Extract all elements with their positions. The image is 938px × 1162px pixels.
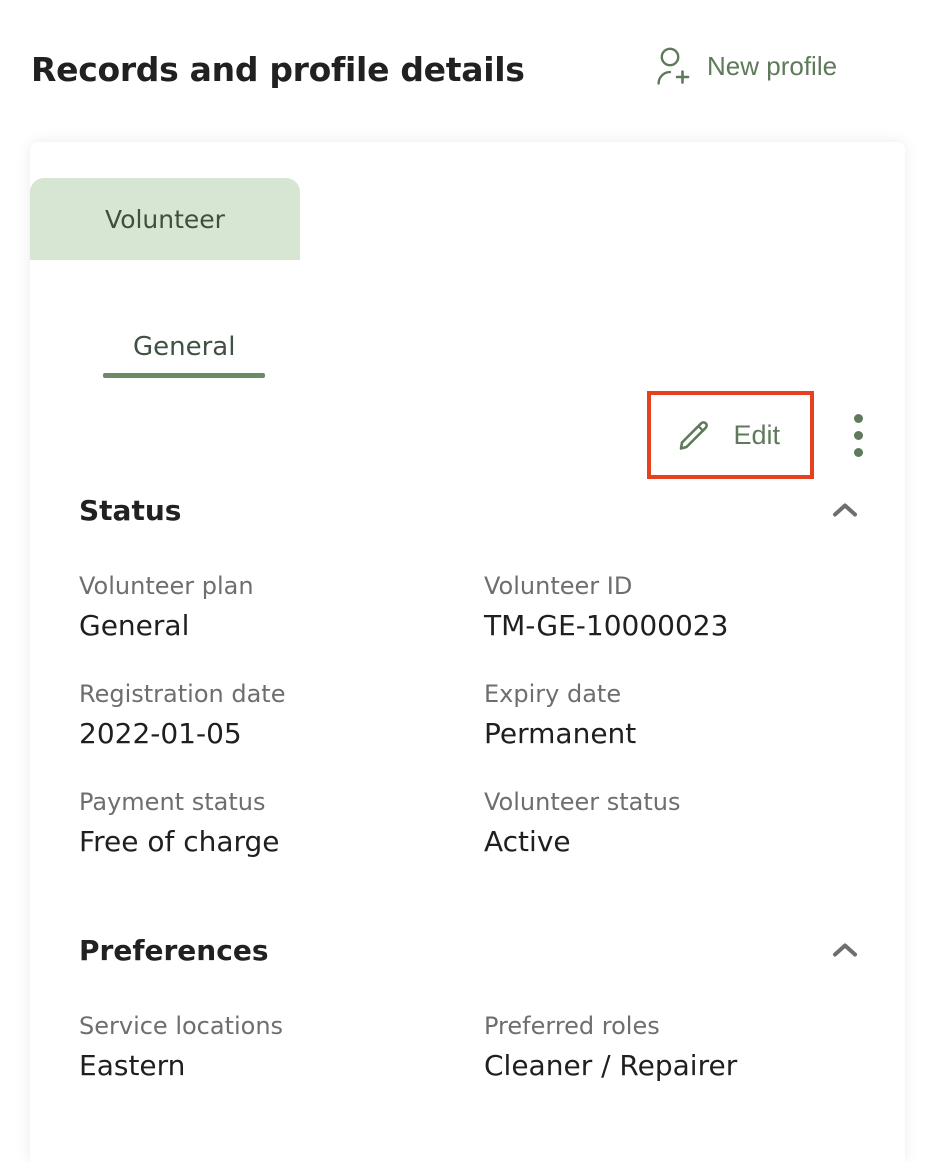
- record-tab-label: Volunteer: [105, 204, 225, 234]
- kebab-dot: [853, 413, 863, 423]
- page-title: Records and profile details: [31, 50, 525, 89]
- kebab-menu-icon[interactable]: [836, 402, 880, 468]
- field-registration-date: Registration date 2022-01-05: [79, 646, 484, 754]
- field-label: Volunteer plan: [79, 572, 254, 600]
- edit-button-label: Edit: [733, 420, 780, 450]
- section-preferences: Preferences Service locations Eastern Pr…: [30, 922, 905, 1086]
- field-label: Expiry date: [484, 680, 622, 708]
- field-label: Volunteer status: [484, 788, 681, 816]
- field-payment-status: Payment status Free of charge: [79, 754, 484, 862]
- new-profile-label: New profile: [707, 51, 838, 81]
- field-expiry-date: Expiry date Permanent: [484, 646, 880, 754]
- new-profile-button[interactable]: New profile: [655, 46, 837, 86]
- user-plus-icon: [655, 46, 693, 86]
- section-status: Status Volunteer plan General Volunteer …: [30, 482, 905, 862]
- section-status-title: Status: [79, 493, 182, 527]
- chevron-up-icon[interactable]: [832, 502, 880, 518]
- card-action-row: Edit: [647, 391, 880, 479]
- tab-general-label: General: [133, 332, 236, 362]
- field-value: Cleaner / Repairer: [484, 1049, 738, 1082]
- field-volunteer-id: Volunteer ID TM-GE-10000023: [484, 538, 880, 646]
- section-status-fields: Volunteer plan General Volunteer ID TM-G…: [79, 538, 880, 862]
- edit-button[interactable]: Edit: [647, 391, 814, 479]
- field-service-locations: Service locations Eastern: [79, 978, 484, 1086]
- field-value: General: [79, 609, 190, 642]
- chevron-up-icon[interactable]: [832, 942, 880, 958]
- profile-card: Volunteer General Edit Status Volunteer …: [30, 142, 905, 1162]
- record-tab-volunteer[interactable]: Volunteer: [30, 178, 300, 260]
- field-value: Free of charge: [79, 825, 280, 858]
- field-label: Service locations: [79, 1012, 284, 1040]
- page-header: Records and profile details New profile: [0, 0, 938, 142]
- field-value: Active: [484, 825, 571, 858]
- field-value: Eastern: [79, 1049, 186, 1082]
- record-type-tabs: Volunteer: [30, 178, 300, 260]
- field-label: Volunteer ID: [484, 572, 633, 600]
- field-label: Preferred roles: [484, 1012, 660, 1040]
- field-label: Registration date: [79, 680, 286, 708]
- field-value: Permanent: [484, 717, 637, 750]
- tab-general[interactable]: General: [103, 332, 266, 378]
- section-status-header[interactable]: Status: [79, 482, 880, 538]
- field-value: 2022-01-05: [79, 717, 242, 750]
- kebab-dot: [853, 430, 863, 440]
- section-preferences-header[interactable]: Preferences: [79, 922, 880, 978]
- detail-sections: Status Volunteer plan General Volunteer …: [30, 482, 905, 1086]
- section-preferences-fields: Service locations Eastern Preferred role…: [79, 978, 880, 1086]
- pencil-icon: [677, 417, 713, 453]
- field-label: Payment status: [79, 788, 266, 816]
- field-volunteer-status: Volunteer status Active: [484, 754, 880, 862]
- field-value: TM-GE-10000023: [484, 609, 729, 642]
- kebab-dot: [853, 447, 863, 457]
- section-tabs: General: [103, 332, 266, 378]
- section-preferences-title: Preferences: [79, 933, 269, 967]
- field-preferred-roles: Preferred roles Cleaner / Repairer: [484, 978, 880, 1086]
- field-volunteer-plan: Volunteer plan General: [79, 538, 484, 646]
